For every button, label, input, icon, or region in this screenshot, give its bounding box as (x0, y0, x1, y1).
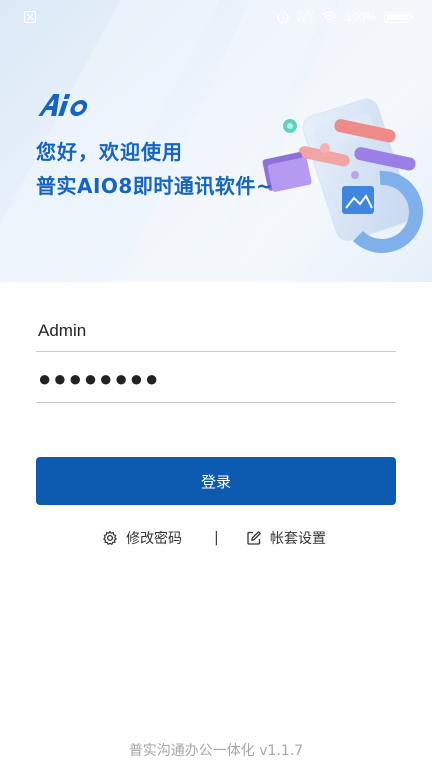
login-links: 修改密码 | 帐套设置 (0, 528, 432, 552)
link-separator: | (214, 530, 219, 546)
battery-percent: 100% (345, 10, 376, 24)
notification-icon (24, 11, 36, 23)
account-settings-link[interactable]: 帐套设置 (246, 528, 326, 548)
wifi-icon (321, 11, 337, 23)
greeting-line-2: 普实AIO8即时通讯软件~ (36, 174, 274, 198)
username-field (36, 314, 396, 352)
version-footer: 普实沟通办公一体化 v1.1.7 (128, 743, 304, 759)
alarm-icon (276, 11, 289, 24)
network-speed-unit: KB/s (297, 16, 314, 24)
login-button[interactable]: 登录 (36, 457, 396, 505)
account-settings-label: 帐套设置 (270, 531, 326, 547)
password-input[interactable] (36, 362, 396, 396)
network-speed: 0.90 KB/s (298, 10, 314, 24)
aio-logo (38, 94, 88, 116)
edit-icon (247, 531, 261, 545)
battery-icon (384, 11, 413, 23)
username-input[interactable] (36, 314, 396, 348)
change-password-link[interactable]: 修改密码 (102, 528, 182, 548)
status-bar-right: 0.90 KB/s 100% (276, 9, 413, 25)
gear-icon (103, 530, 117, 545)
status-bar: 0.90 KB/s 100% (0, 0, 432, 34)
change-password-label: 修改密码 (126, 531, 182, 547)
hero-banner: 0.90 KB/s 100% 您好，欢迎使用 普实AIO8即时通讯软件~ (0, 0, 432, 282)
password-field (36, 362, 396, 403)
greeting-line-1: 您好，欢迎使用 (36, 140, 183, 164)
